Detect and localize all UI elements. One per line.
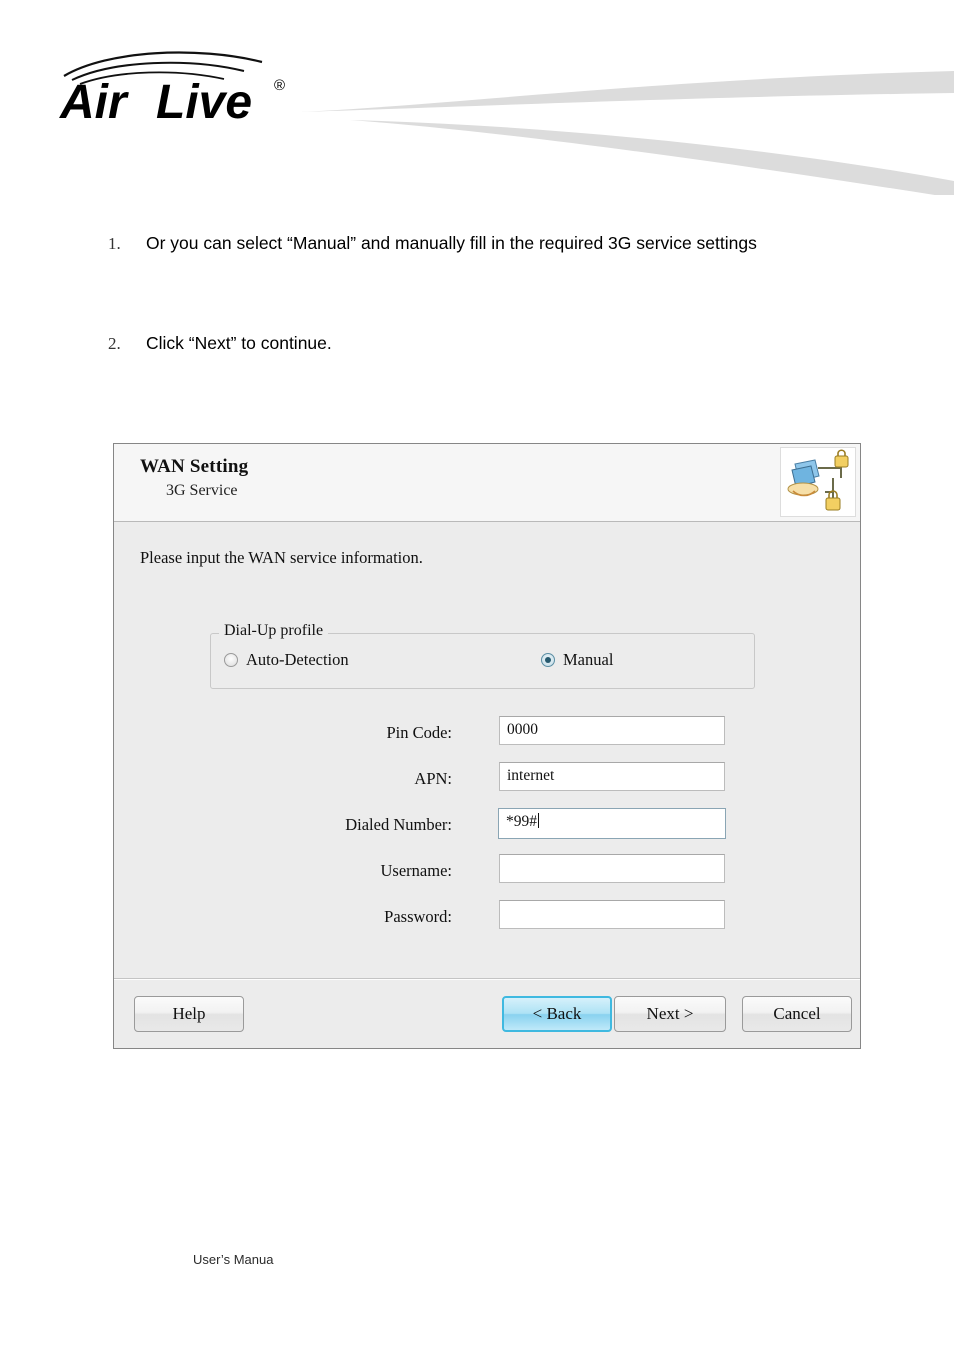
dialog-button-bar: Help < Back Next > Cancel bbox=[114, 985, 860, 1049]
wan-service-form: Pin Code: 0000 APN: internet Dialed Numb… bbox=[114, 716, 860, 946]
field-row-pin-code: Pin Code: 0000 bbox=[114, 716, 860, 762]
instruction-step: 1. Or you can select “Manual” and manual… bbox=[108, 233, 868, 255]
page-footer: User’s Manua bbox=[193, 1252, 274, 1267]
password-input[interactable] bbox=[499, 900, 725, 929]
dialog-title: WAN Setting bbox=[140, 456, 249, 477]
dialed-number-value: *99# bbox=[506, 813, 537, 830]
dialog-subtitle: 3G Service bbox=[166, 482, 238, 499]
field-row-password: Password: bbox=[114, 900, 860, 946]
radio-option-manual[interactable]: Manual bbox=[541, 650, 613, 670]
step-text: Or you can select “Manual” and manually … bbox=[146, 233, 757, 253]
back-button[interactable]: < Back bbox=[502, 996, 612, 1032]
profile-radio-group: Auto-Detection Manual bbox=[211, 650, 754, 674]
groupbox-legend: Dial-Up profile bbox=[219, 622, 329, 640]
airlive-logo: Air Live ® bbox=[58, 46, 328, 129]
step-text: Click “Next” to continue. bbox=[146, 332, 332, 353]
svg-text:Live: Live bbox=[156, 76, 252, 126]
header-swoosh-decoration bbox=[300, 55, 954, 198]
cancel-button[interactable]: Cancel bbox=[742, 996, 852, 1032]
instruction-steps: 1. Or you can select “Manual” and manual… bbox=[108, 233, 868, 355]
help-button[interactable]: Help bbox=[134, 996, 244, 1032]
field-label: Password: bbox=[384, 907, 452, 926]
radio-indicator-checked[interactable] bbox=[541, 653, 555, 667]
radio-indicator-unchecked[interactable] bbox=[224, 653, 238, 667]
svg-text:Air: Air bbox=[59, 76, 129, 126]
field-label: Pin Code: bbox=[386, 723, 452, 742]
field-row-apn: APN: internet bbox=[114, 762, 860, 808]
button-bar-separator bbox=[114, 978, 860, 980]
field-row-username: Username: bbox=[114, 854, 860, 900]
dialog-instruction: Please input the WAN service information… bbox=[140, 548, 423, 567]
pin-code-input[interactable]: 0000 bbox=[499, 716, 725, 745]
svg-text:®: ® bbox=[274, 77, 285, 94]
dialog-header: WAN Setting 3G Service bbox=[114, 444, 860, 522]
next-button[interactable]: Next > bbox=[614, 996, 726, 1032]
dialed-number-input[interactable]: *99# bbox=[498, 808, 726, 839]
apn-input[interactable]: internet bbox=[499, 762, 725, 791]
step-number: 1. bbox=[108, 234, 121, 253]
step-number: 2. bbox=[108, 333, 121, 353]
wan-setting-dialog: WAN Setting 3G Service Please input the … bbox=[113, 443, 861, 1049]
field-row-dialed-number: Dialed Number: *99# bbox=[114, 808, 860, 854]
page-header: Air Live ® bbox=[0, 0, 954, 198]
field-label: Dialed Number: bbox=[345, 815, 452, 834]
radio-label: Auto-Detection bbox=[246, 650, 349, 669]
field-label: APN: bbox=[414, 769, 452, 788]
dial-up-profile-groupbox: Dial-Up profile Auto-Detection Manual bbox=[210, 622, 755, 689]
field-label: Username: bbox=[380, 861, 452, 880]
text-cursor bbox=[538, 813, 539, 828]
instruction-step: 2. Click “Next” to continue. bbox=[108, 333, 868, 355]
radio-option-auto-detection[interactable]: Auto-Detection bbox=[224, 650, 349, 670]
radio-label: Manual bbox=[563, 650, 614, 669]
network-lock-wizard-icon bbox=[780, 447, 856, 517]
username-input[interactable] bbox=[499, 854, 725, 883]
